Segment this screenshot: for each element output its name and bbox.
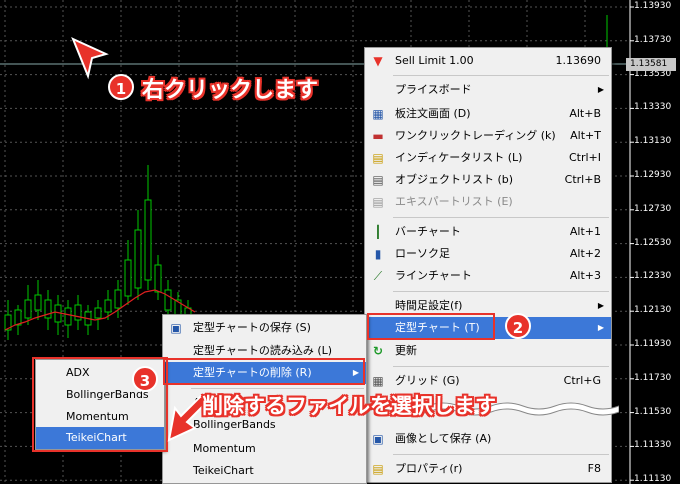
step3-badge: 3 xyxy=(132,366,158,392)
indicator-list-icon: ▤ xyxy=(372,151,384,165)
submenu-arrow-icon: ▶ xyxy=(597,323,604,332)
step3-highlight-box xyxy=(163,358,365,385)
expert-list-icon: ▤ xyxy=(372,195,384,209)
save-image-icon: ▣ xyxy=(372,432,384,446)
menu-item-bar-chart[interactable]: ┃ バーチャート Alt+1 xyxy=(365,221,611,243)
one-click-icon: ▬ xyxy=(372,129,384,143)
price-axis-label: 1.11530 xyxy=(634,406,672,417)
menu-item-refresh[interactable]: ↻ 更新 xyxy=(365,340,611,362)
order-board-icon: ▦ xyxy=(372,107,384,121)
bar-chart-icon: ┃ xyxy=(374,225,382,239)
menu-item-one-click-trading[interactable]: ▬ ワンクリックトレーディング (k) Alt+T xyxy=(365,125,611,147)
save-template-icon: ▣ xyxy=(170,321,182,335)
price-axis-label: 1.12130 xyxy=(634,305,672,316)
price-axis-label: 1.11930 xyxy=(634,339,672,349)
step1-badge: 1 xyxy=(108,74,134,100)
template-teikeichart-item[interactable]: TeikeiChart xyxy=(163,460,366,482)
price-axis-label: 1.11130 xyxy=(634,474,672,484)
menu-item-sell-limit[interactable]: ▼ Sell Limit 1.00 1.13690 xyxy=(365,50,611,72)
refresh-icon: ↻ xyxy=(372,344,384,358)
current-price-tag: 1.13581 xyxy=(626,58,676,71)
menu-item-object-list[interactable]: ▤ オブジェクトリスト (b) Ctrl+B xyxy=(365,169,611,191)
price-axis-label: 1.12930 xyxy=(634,170,672,180)
menu-item-price-board[interactable]: プライスボード ▶ xyxy=(365,79,611,101)
price-axis-label: 1.12730 xyxy=(634,203,672,214)
menu-item-candlestick[interactable]: ▮ ローソク足 Alt+2 xyxy=(365,243,611,265)
submenu-arrow-icon: ▶ xyxy=(597,85,604,94)
menu-item-line-chart[interactable]: ⟋ ラインチャート Alt+3 xyxy=(365,265,611,287)
line-chart-icon: ⟋ xyxy=(373,269,383,283)
step2-badge: 2 xyxy=(505,313,531,339)
step1-callout: 右クリックします xyxy=(142,78,319,103)
price-axis-label: 1.12530 xyxy=(634,237,672,248)
menu-item-properties[interactable]: ▤ プロパティ(r) F8 xyxy=(365,458,611,480)
price-axis-label: 1.11730 xyxy=(634,372,672,383)
menu-item-grid[interactable]: ▦ グリッド (G) Ctrl+G xyxy=(365,370,611,392)
template-save-item[interactable]: ▣ 定型チャートの保存 (S) xyxy=(163,317,366,339)
price-axis-label: 1.13130 xyxy=(634,136,672,147)
properties-icon: ▤ xyxy=(372,462,384,476)
menu-item-expert-list: ▤ エキスパートリスト (E) xyxy=(365,191,611,213)
price-axis-label: 1.11330 xyxy=(634,440,672,451)
cursor-arrow-icon xyxy=(71,37,109,80)
candlestick-icon: ▮ xyxy=(374,247,382,261)
object-list-icon: ▤ xyxy=(372,173,384,187)
grid-icon: ▦ xyxy=(372,374,384,388)
price-axis-label: 1.12330 xyxy=(634,271,672,282)
step2-highlight-box xyxy=(367,313,495,340)
menu-item-order-board[interactable]: ▦ 板注文画面 (D) Alt+B xyxy=(365,103,611,125)
menu-item-indicator-list[interactable]: ▤ インディケータリスト (L) Ctrl+I xyxy=(365,147,611,169)
price-axis-label: 1.13930 xyxy=(634,1,672,11)
price-axis-label: 1.13330 xyxy=(634,102,672,113)
menu-item-save-image[interactable]: ▣ 画像として保存 (A) xyxy=(365,428,611,450)
sell-arrow-icon: ▼ xyxy=(373,54,383,68)
step3-callout: 削除するファイルを選択します xyxy=(202,394,496,418)
submenu-arrow-icon: ▶ xyxy=(597,301,604,310)
price-axis-label: 1.13730 xyxy=(634,34,672,45)
